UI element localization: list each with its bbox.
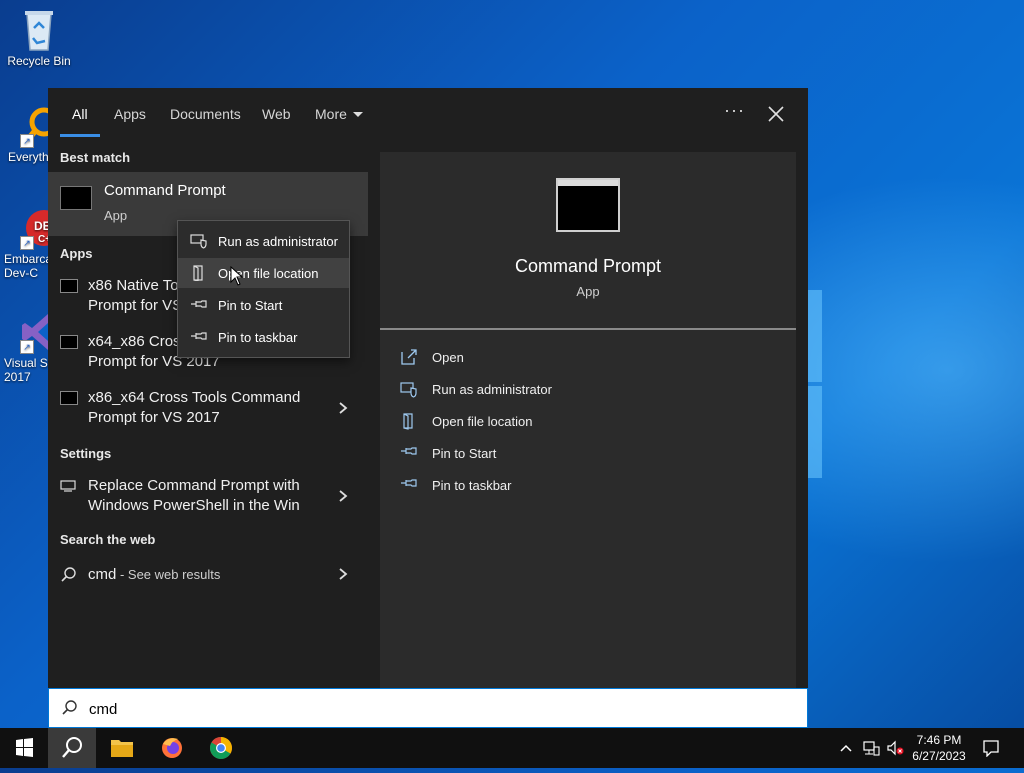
setting-item-line2: Windows PowerShell in the Win bbox=[88, 497, 300, 514]
context-item-label: Pin to taskbar bbox=[218, 330, 298, 345]
action-label: Run as administrator bbox=[432, 382, 552, 397]
clock-time: 7:46 PM bbox=[916, 733, 962, 747]
shortcut-arrow-icon: ↗ bbox=[20, 340, 34, 354]
section-settings: Settings bbox=[60, 446, 112, 461]
command-prompt-icon bbox=[556, 178, 620, 232]
console-app-icon bbox=[60, 279, 78, 293]
setting-item-line1: Replace Command Prompt with bbox=[88, 477, 300, 494]
search-icon bbox=[62, 700, 77, 715]
detail-subtitle: App bbox=[576, 284, 600, 299]
network-icon[interactable] bbox=[862, 740, 880, 756]
pin-icon bbox=[401, 447, 417, 455]
console-app-icon bbox=[60, 335, 78, 349]
mouse-cursor-icon bbox=[230, 266, 244, 286]
clock-date: 6/27/2023 bbox=[912, 749, 966, 763]
tab-apps[interactable]: Apps bbox=[114, 106, 146, 122]
search-input[interactable] bbox=[87, 697, 791, 721]
context-item-open-file-location[interactable]: Open file location bbox=[178, 258, 349, 288]
section-best-match: Best match bbox=[60, 150, 131, 165]
tab-more-label: More bbox=[315, 106, 347, 122]
command-prompt-icon bbox=[60, 186, 92, 210]
chevron-down-icon bbox=[352, 112, 363, 117]
section-apps: Apps bbox=[60, 246, 93, 261]
tab-all[interactable]: All bbox=[72, 106, 88, 122]
tab-documents[interactable]: Documents bbox=[170, 106, 241, 122]
context-item-label: Pin to Start bbox=[218, 298, 283, 313]
chevron-right-icon[interactable] bbox=[338, 402, 348, 414]
web-query: cmd bbox=[88, 566, 117, 583]
context-item-run-as-admin[interactable]: Run as administrator bbox=[178, 226, 349, 256]
app-item-line2: Prompt for VS 2017 bbox=[88, 409, 220, 426]
desktop-icon-recycle-bin[interactable]: Recycle Bin bbox=[1, 8, 77, 68]
divider bbox=[380, 328, 796, 330]
detail-pane: Command Prompt App Open Run as administr… bbox=[380, 152, 796, 688]
file-location-icon bbox=[193, 265, 203, 281]
list-item-web-search[interactable]: cmd - See web results bbox=[48, 564, 368, 588]
pin-icon bbox=[191, 332, 207, 340]
setting-item-text: Replace Command Prompt with Windows Powe… bbox=[88, 476, 328, 516]
taskbar-file-explorer[interactable] bbox=[98, 728, 146, 768]
search-icon bbox=[62, 737, 82, 758]
notification-icon[interactable] bbox=[982, 739, 1000, 757]
folder-icon bbox=[111, 740, 133, 757]
taskbar-search-button[interactable] bbox=[48, 728, 96, 768]
open-icon bbox=[401, 349, 417, 365]
firefox-icon bbox=[162, 738, 182, 758]
start-button[interactable] bbox=[0, 728, 48, 768]
action-label: Pin to Start bbox=[432, 446, 497, 461]
context-item-label: Run as administrator bbox=[218, 234, 338, 249]
recycle-bin-icon bbox=[19, 8, 59, 52]
best-match-subtitle: App bbox=[104, 208, 128, 223]
app-item-text: x86_x64 Cross Tools Command Prompt for V… bbox=[88, 388, 328, 428]
volume-muted-icon[interactable] bbox=[886, 740, 904, 756]
detail-title: Command Prompt bbox=[514, 256, 662, 276]
chevron-up-icon[interactable] bbox=[838, 740, 854, 756]
web-search-text: cmd - See web results bbox=[88, 565, 328, 585]
pin-icon bbox=[401, 479, 417, 487]
web-suffix: - See web results bbox=[116, 567, 221, 582]
context-menu: Run as administrator Open file location … bbox=[177, 220, 350, 358]
taskbar-chrome[interactable] bbox=[197, 728, 245, 768]
close-button[interactable] bbox=[764, 102, 788, 126]
admin-shield-icon bbox=[400, 382, 417, 398]
close-icon bbox=[768, 106, 784, 122]
search-tabbar: All Apps Documents Web More ··· bbox=[48, 88, 808, 140]
console-app-icon bbox=[60, 391, 78, 405]
more-options-button[interactable]: ··· bbox=[724, 100, 745, 121]
chrome-icon bbox=[210, 737, 232, 759]
list-item-setting[interactable]: Replace Command Prompt with Windows Powe… bbox=[48, 476, 368, 528]
section-search-web: Search the web bbox=[60, 532, 156, 547]
wallpaper-logo-pane bbox=[808, 386, 822, 478]
tab-web[interactable]: Web bbox=[262, 106, 291, 122]
shortcut-arrow-icon: ↗ bbox=[20, 134, 34, 148]
windows-logo-icon bbox=[16, 738, 33, 757]
chevron-right-icon[interactable] bbox=[338, 568, 348, 580]
wallpaper-logo-pane bbox=[808, 290, 822, 382]
taskbar: 7:46 PM 6/27/2023 bbox=[0, 728, 1024, 768]
action-label: Open file location bbox=[432, 414, 533, 429]
admin-shield-icon bbox=[190, 234, 207, 249]
action-label: Pin to taskbar bbox=[432, 478, 512, 493]
monitor-icon bbox=[60, 480, 76, 492]
active-tab-indicator bbox=[60, 134, 100, 137]
shortcut-arrow-icon: ↗ bbox=[20, 236, 34, 250]
action-label: Open bbox=[432, 350, 464, 365]
chevron-right-icon[interactable] bbox=[338, 490, 348, 502]
clock[interactable]: 7:46 PM 6/27/2023 bbox=[906, 732, 972, 764]
taskbar-firefox[interactable] bbox=[148, 728, 196, 768]
search-icon bbox=[61, 567, 76, 582]
desktop-icon-label: Recycle Bin bbox=[7, 54, 71, 68]
context-item-pin-to-start[interactable]: Pin to Start bbox=[178, 290, 349, 320]
context-item-pin-to-taskbar[interactable]: Pin to taskbar bbox=[178, 322, 349, 352]
list-item-app[interactable]: x86_x64 Cross Tools Command Prompt for V… bbox=[48, 388, 368, 440]
app-item-line1: x86_x64 Cross Tools Command bbox=[88, 389, 301, 406]
search-box[interactable] bbox=[48, 688, 808, 728]
tab-more[interactable]: More bbox=[315, 106, 363, 122]
search-panel: All Apps Documents Web More ··· Best mat… bbox=[48, 88, 808, 688]
pin-icon bbox=[191, 300, 207, 308]
file-location-icon bbox=[403, 413, 413, 430]
best-match-title: Command Prompt bbox=[104, 182, 226, 199]
